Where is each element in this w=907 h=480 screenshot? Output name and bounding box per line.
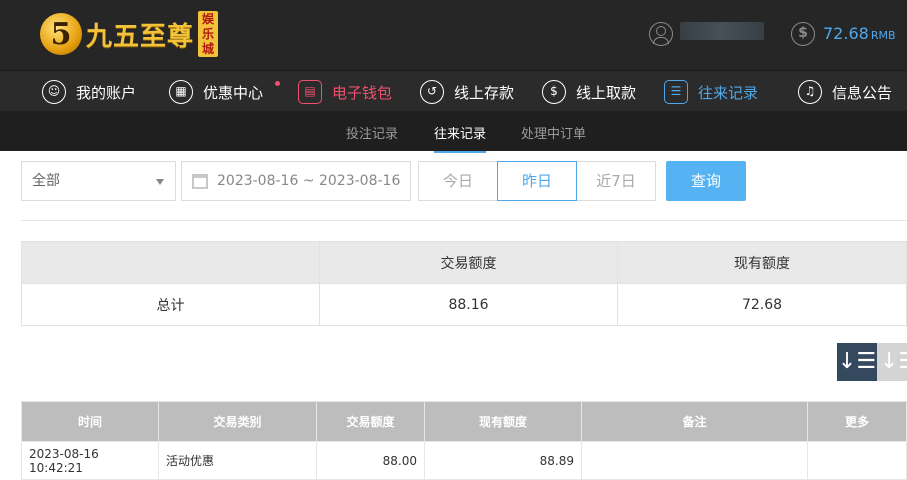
col-type: 交易类别	[158, 401, 317, 442]
cell-type: 活动优惠	[158, 441, 317, 480]
withdraw-icon: $	[542, 80, 566, 104]
cell-time: 2023-08-16 10:42:21	[21, 441, 159, 480]
quick-7days-button[interactable]: 近7日	[576, 161, 656, 201]
calendar-icon	[192, 174, 208, 189]
tab-pending-orders[interactable]: 处理中订单	[521, 123, 586, 142]
coin-icon: $	[791, 22, 815, 46]
logo-subtitle: 娱乐城	[198, 11, 219, 57]
gift-icon: ▦	[169, 80, 193, 104]
notification-dot	[275, 81, 280, 86]
nav-label: 线上存款	[454, 83, 515, 102]
table-row: 2023-08-16 10:42:21 活动优惠 88.00 88.89	[21, 441, 907, 480]
type-select-value: 全部	[32, 173, 60, 189]
query-button[interactable]: 查询	[666, 161, 746, 201]
records-header-row: 时间 交易类别 交易额度 现有额度 备注 更多	[21, 401, 907, 442]
nav-label: 优惠中心	[203, 83, 264, 102]
sub-nav: 投注记录 往来记录 处理中订单	[0, 111, 907, 153]
summary-table: 交易额度 现有额度 总计 88.16 72.68	[21, 241, 907, 326]
caret-down-icon	[156, 179, 164, 185]
summary-total-row: 总计 88.16 72.68	[21, 283, 907, 326]
col-more: 更多	[807, 401, 907, 442]
main-nav: ☺ 我的账户 ▦ 优惠中心 ▤ 电子钱包 ↺ 线上存款 $ 线上取款 ☰ 往来记…	[0, 70, 907, 111]
col-note: 备注	[581, 401, 808, 442]
summary-header-blank	[21, 241, 320, 284]
nav-my-account[interactable]: ☺ 我的账户	[42, 78, 136, 106]
deposit-icon: ↺	[420, 80, 444, 104]
col-time: 时间	[21, 401, 159, 442]
record-icon: ☰	[664, 80, 688, 104]
cell-current: 88.89	[424, 441, 582, 480]
cell-note	[581, 441, 808, 480]
nav-label: 往来记录	[698, 83, 759, 102]
summary-trade-amount: 88.16	[319, 283, 618, 326]
balance: 72.68 RMB	[823, 24, 896, 43]
summary-header-trade: 交易额度	[319, 241, 618, 284]
quick-yesterday-button[interactable]: 昨日	[497, 161, 577, 201]
top-header: 5 九五至尊 娱乐城 $ 72.68 RMB	[0, 0, 907, 70]
nav-online-deposit[interactable]: ↺ 线上存款	[420, 78, 514, 106]
col-trade: 交易额度	[316, 401, 425, 442]
col-current: 现有额度	[424, 401, 582, 442]
user-avatar-icon[interactable]	[649, 22, 673, 46]
nav-transaction-records[interactable]: ☰ 往来记录	[664, 78, 758, 106]
quick-today-button[interactable]: 今日	[418, 161, 498, 201]
tab-transaction-records[interactable]: 往来记录	[434, 123, 487, 153]
cell-trade: 88.00	[316, 441, 425, 480]
balance-currency: RMB	[870, 29, 896, 42]
user-circle-icon: ☺	[42, 80, 66, 104]
logo-text: 九五至尊	[86, 21, 195, 52]
username-masked	[680, 22, 764, 40]
sort-desc-icon[interactable]: ↓☰	[837, 343, 877, 381]
nav-label: 我的账户	[76, 83, 137, 102]
nav-label: 信息公告	[832, 83, 893, 102]
type-select[interactable]: 全部	[21, 161, 176, 201]
nav-e-wallet[interactable]: ▤ 电子钱包	[298, 78, 392, 106]
bell-icon: ♫	[798, 80, 822, 104]
date-range-input[interactable]: 2023-08-16 ~ 2023-08-16	[181, 161, 411, 201]
nav-promotions[interactable]: ▦ 优惠中心	[169, 78, 280, 106]
summary-total-label: 总计	[21, 283, 320, 326]
sort-asc-icon[interactable]: ↓☰	[877, 343, 907, 381]
summary-header-current: 现有额度	[617, 241, 907, 284]
balance-amount: 72.68	[823, 24, 869, 43]
tab-bet-records[interactable]: 投注记录	[346, 123, 398, 142]
divider	[21, 220, 907, 221]
nav-label: 线上取款	[576, 83, 637, 102]
logo-mark: 5	[40, 13, 82, 55]
wallet-icon: ▤	[298, 80, 322, 104]
summary-header-row: 交易额度 现有额度	[21, 241, 907, 284]
nav-online-withdraw[interactable]: $ 线上取款	[542, 78, 636, 106]
site-logo[interactable]: 5 九五至尊 娱乐城	[40, 8, 219, 60]
nav-announcements[interactable]: ♫ 信息公告	[798, 78, 892, 106]
date-range-value: 2023-08-16 ~ 2023-08-16	[217, 173, 401, 189]
records-table: 时间 交易类别 交易额度 现有额度 备注 更多 2023-08-16 10:42…	[21, 401, 907, 480]
nav-label: 电子钱包	[332, 83, 393, 102]
summary-current-amount: 72.68	[617, 283, 907, 326]
cell-more[interactable]	[807, 441, 907, 480]
